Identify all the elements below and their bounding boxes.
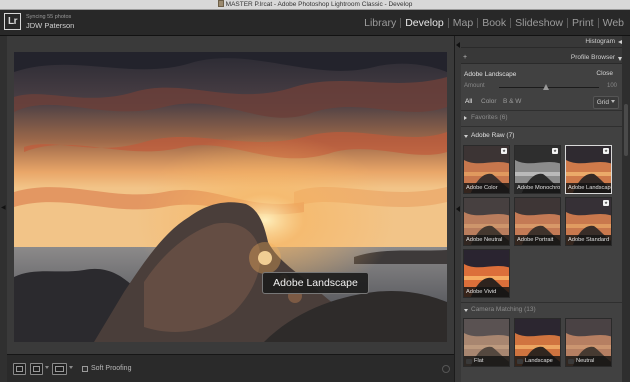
left-panel-toggle[interactable]: ◀ bbox=[0, 36, 7, 382]
expanded-triangle-icon bbox=[464, 309, 468, 312]
module-picker: Library Develop Map Book Slideshow Print… bbox=[360, 15, 628, 31]
profile-thumb-adobe-portrait[interactable]: Adobe Portrait bbox=[514, 197, 561, 246]
sync-status[interactable]: Syncing 55 photos bbox=[26, 14, 71, 21]
group-favorites[interactable]: Favorites (6) bbox=[461, 112, 623, 124]
camera-profile-label: Neutral bbox=[566, 356, 611, 366]
camera-profile-thumb-flat[interactable]: Flat bbox=[463, 318, 510, 367]
module-slideshow[interactable]: Slideshow bbox=[511, 15, 567, 31]
profile-thumb-adobe-neutral[interactable]: Adobe Neutral bbox=[463, 197, 510, 246]
camera-profile-label: Landscape bbox=[515, 356, 560, 366]
divider bbox=[461, 126, 623, 127]
expand-left-icon: ◀ bbox=[1, 205, 6, 211]
filter-bw[interactable]: B & W bbox=[501, 97, 523, 106]
favorite-star-icon[interactable]: ★ bbox=[552, 148, 558, 154]
divider bbox=[461, 110, 623, 111]
favorite-star-icon[interactable]: ★ bbox=[603, 148, 609, 154]
group-adobe-raw-label: Adobe Raw (7) bbox=[471, 132, 515, 139]
identity-plate-bar: Lr Syncing 55 photos JDW Paterson Librar… bbox=[0, 10, 630, 36]
sunset-photo[interactable] bbox=[14, 52, 447, 342]
profile-name-overlay: Adobe Landscape bbox=[262, 272, 369, 294]
scrollbar-thumb[interactable] bbox=[624, 104, 628, 156]
profile-thumb-adobe-vivid[interactable]: Adobe Vivid bbox=[463, 249, 510, 298]
histogram-title: Histogram bbox=[585, 38, 615, 45]
profile-thumb-label: Adobe Portrait bbox=[515, 235, 560, 245]
expanded-triangle-icon bbox=[464, 135, 468, 138]
amount-slider-knob[interactable] bbox=[543, 84, 549, 90]
document-icon bbox=[217, 0, 224, 7]
amount-slider[interactable] bbox=[499, 87, 599, 88]
compare-view-icon bbox=[55, 366, 64, 372]
module-develop[interactable]: Develop bbox=[401, 15, 448, 31]
right-panel-content: Histogram + Profile Browser Adobe Landsc… bbox=[461, 36, 623, 382]
collapsed-triangle-icon bbox=[464, 116, 467, 120]
profile-filter-bar: All Color B & W Grid bbox=[461, 95, 623, 109]
profile-thumb-adobe-landscape[interactable]: ★ Adobe Landscape bbox=[565, 145, 612, 194]
grid-view-dropdown[interactable]: Grid bbox=[592, 96, 619, 109]
toolbar-menu-icon[interactable] bbox=[442, 365, 450, 373]
add-icon[interactable]: + bbox=[463, 52, 467, 64]
before-after-button[interactable] bbox=[30, 363, 43, 375]
develop-toolbar: Soft Proofing bbox=[7, 354, 454, 382]
close-button[interactable]: Close bbox=[592, 69, 617, 79]
current-profile-name: Adobe Landscape bbox=[464, 71, 517, 78]
module-web[interactable]: Web bbox=[599, 15, 628, 31]
divider bbox=[461, 302, 623, 303]
camera-profile-thumb-landscape[interactable]: Landscape bbox=[514, 318, 561, 367]
panel-scrollbar[interactable] bbox=[622, 36, 630, 382]
profile-thumb-adobe-color[interactable]: ★ Adobe Color bbox=[463, 145, 510, 194]
profile-browser-header[interactable]: + Profile Browser bbox=[461, 52, 623, 64]
camera-profile-label: Flat bbox=[464, 356, 509, 366]
compare-menu-icon[interactable] bbox=[69, 366, 73, 369]
soft-proofing-checkbox[interactable] bbox=[82, 366, 88, 372]
module-book[interactable]: Book bbox=[478, 15, 510, 31]
camera-profile-thumb-neutral[interactable]: Neutral bbox=[565, 318, 612, 367]
image-canvas[interactable]: Adobe Landscape bbox=[7, 36, 454, 354]
module-library[interactable]: Library bbox=[360, 15, 400, 31]
user-name: JDW Paterson bbox=[26, 21, 75, 30]
profile-thumb-adobe-monochrome[interactable]: ★ Adobe Monochrome bbox=[514, 145, 561, 194]
profile-thumb-adobe-standard[interactable]: ★ Adobe Standard bbox=[565, 197, 612, 246]
before-after-menu-icon[interactable] bbox=[45, 366, 49, 369]
group-adobe-raw[interactable]: Adobe Raw (7) bbox=[461, 130, 623, 142]
filter-all[interactable]: All bbox=[463, 97, 474, 106]
amount-value[interactable]: 100 bbox=[607, 83, 617, 89]
profile-thumb-label: Adobe Vivid bbox=[464, 287, 509, 297]
lightroom-logo: Lr bbox=[4, 13, 21, 30]
filter-color[interactable]: Color bbox=[479, 97, 499, 106]
profile-browser: Adobe Landscape Close Amount 100 All Col… bbox=[461, 64, 623, 382]
profile-browser-title: Profile Browser bbox=[570, 54, 615, 61]
module-map[interactable]: Map bbox=[449, 15, 477, 31]
module-print[interactable]: Print bbox=[568, 15, 598, 31]
compare-view-button[interactable] bbox=[52, 363, 67, 375]
amount-label: Amount bbox=[464, 83, 485, 89]
window-title-row: MASTER P.lrcat - Adobe Photoshop Lightro… bbox=[0, 0, 630, 10]
soft-proofing-label[interactable]: Soft Proofing bbox=[91, 364, 131, 374]
group-camera-matching-label: Camera Matching (13) bbox=[471, 306, 536, 313]
right-panel-toggle-icon[interactable] bbox=[456, 206, 460, 212]
profile-thumb-label: Adobe Landscape bbox=[566, 183, 611, 193]
lightroom-window: MASTER P.lrcat - Adobe Photoshop Lightro… bbox=[0, 0, 630, 382]
favorite-star-icon[interactable]: ★ bbox=[501, 148, 507, 154]
profile-thumb-label: Adobe Standard bbox=[566, 235, 611, 245]
window-titlebar: MASTER P.lrcat - Adobe Photoshop Lightro… bbox=[0, 0, 630, 10]
right-panel-collapse-icon[interactable] bbox=[456, 42, 460, 48]
group-favorites-label: Favorites (6) bbox=[471, 114, 508, 121]
profile-thumb-label: Adobe Color bbox=[464, 183, 509, 193]
histogram-header[interactable]: Histogram bbox=[461, 36, 623, 48]
window-title: MASTER P.lrcat - Adobe Photoshop Lightro… bbox=[225, 1, 413, 8]
favorite-star-icon[interactable]: ★ bbox=[603, 200, 609, 206]
loupe-view-button[interactable] bbox=[13, 363, 26, 375]
loupe-view-icon bbox=[16, 366, 23, 372]
before-after-icon bbox=[33, 366, 40, 372]
profile-thumb-label: Adobe Neutral bbox=[464, 235, 509, 245]
profile-thumb-label: Adobe Monochrome bbox=[515, 183, 560, 193]
right-panel: Histogram + Profile Browser Adobe Landsc… bbox=[454, 36, 630, 382]
group-camera-matching[interactable]: Camera Matching (13) bbox=[461, 304, 623, 316]
